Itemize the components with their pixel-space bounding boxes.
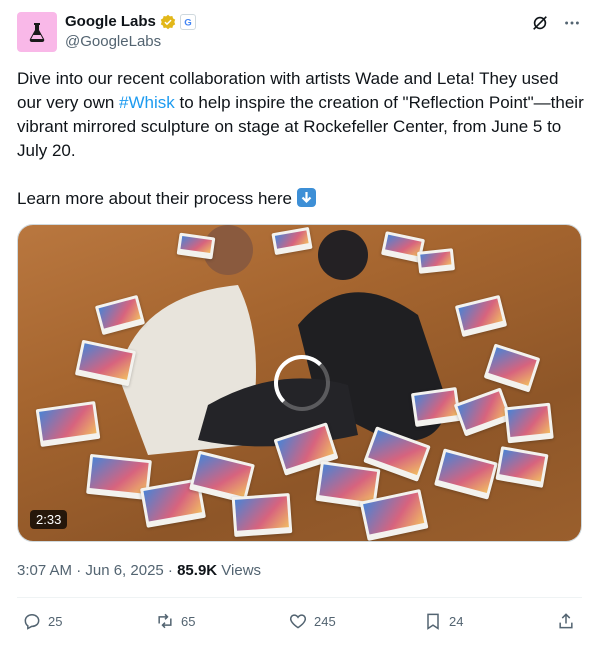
photo-print — [504, 402, 554, 444]
divider — [17, 597, 582, 598]
views-count: 85.9K — [177, 562, 218, 579]
reply-button[interactable]: 25 — [22, 611, 62, 631]
grok-icon[interactable] — [531, 14, 549, 32]
repost-button[interactable]: 65 — [155, 611, 195, 631]
avatar[interactable] — [17, 12, 57, 52]
learn-more-text: Learn more about their process here — [17, 189, 297, 208]
video-duration-badge: 2:33 — [30, 510, 68, 529]
name-row: Google Labs G — [65, 13, 196, 30]
handle[interactable]: @GoogleLabs — [65, 33, 161, 50]
video-player[interactable]: 2:33 — [17, 224, 582, 542]
bookmark-count: 24 — [449, 613, 464, 629]
verified-badge-icon — [160, 14, 176, 29]
like-count: 245 — [314, 613, 336, 629]
bookmark-icon — [427, 613, 439, 630]
header-actions — [531, 14, 581, 32]
share-icon — [559, 613, 573, 629]
flask-icon — [29, 23, 45, 42]
reply-icon — [24, 613, 40, 630]
timestamp[interactable]: 3:07 AM · Jun 6, 2025 · — [17, 562, 177, 579]
reply-count: 25 — [48, 613, 63, 629]
more-options-icon[interactable] — [563, 14, 581, 32]
photo-print — [231, 493, 293, 537]
tweet-actions: 25 65 245 24 — [0, 600, 599, 644]
repost-count: 65 — [181, 613, 196, 629]
repost-icon — [158, 613, 172, 629]
learn-more-paragraph: Learn more about their process here — [17, 187, 587, 211]
hashtag-link[interactable]: #Whisk — [119, 93, 175, 112]
heart-icon — [289, 614, 307, 629]
tweet: Google Labs G @GoogleLabs Dive into our … — [0, 0, 599, 646]
loading-spinner-icon — [274, 355, 330, 411]
share-button[interactable] — [556, 611, 576, 631]
like-button[interactable]: 245 — [288, 611, 336, 631]
down-arrow-emoji-icon — [296, 188, 316, 207]
google-logo-icon: G — [179, 13, 196, 30]
views-label: Views — [217, 562, 262, 579]
tweet-text: Dive into our recent collaboration with … — [17, 67, 587, 211]
tweet-paragraph: Dive into our recent collaboration with … — [17, 67, 587, 163]
svg-text:G: G — [184, 17, 191, 28]
photo-print — [416, 248, 456, 274]
display-name[interactable]: Google Labs — [65, 13, 156, 30]
tweet-header: Google Labs G @GoogleLabs — [17, 12, 583, 54]
tweet-meta: 3:07 AM · Jun 6, 2025 · 85.9K Views — [17, 562, 261, 579]
bookmark-button[interactable]: 24 — [423, 611, 463, 631]
